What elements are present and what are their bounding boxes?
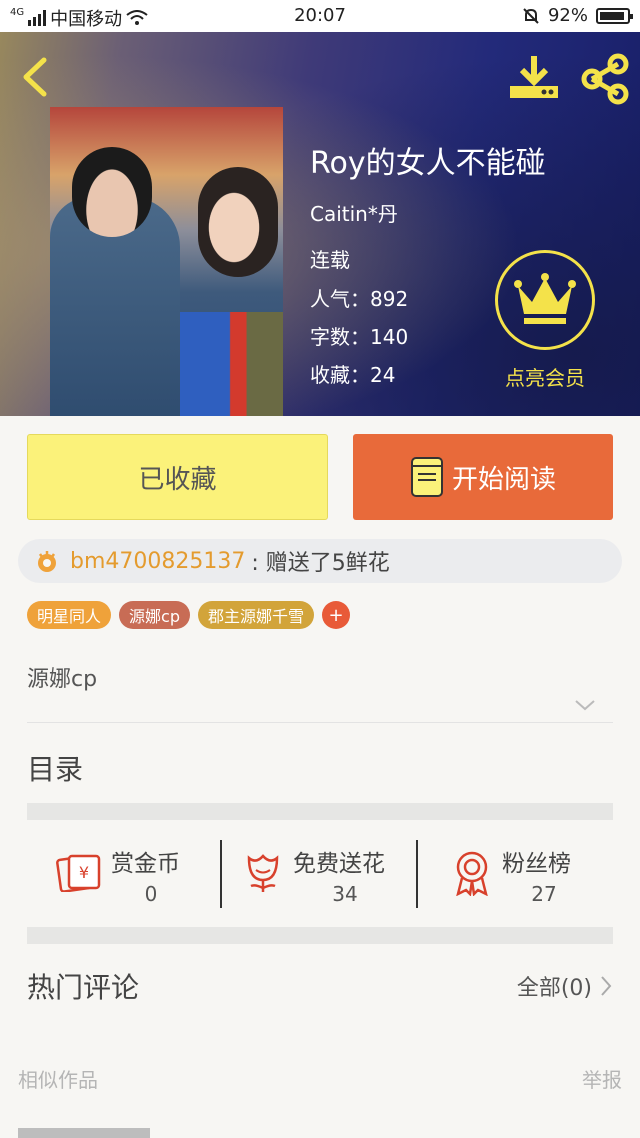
collected-label: 已收藏	[138, 464, 217, 495]
book-wordcount: 字数：140	[310, 325, 409, 349]
stat-label: 赏金币	[111, 851, 180, 877]
all-comments-label: 全部(0)	[516, 976, 592, 1001]
mute-bell-icon	[523, 7, 539, 24]
book-popularity: 人气：892	[310, 287, 409, 311]
collected-button[interactable]: 已收藏	[27, 434, 328, 520]
crown-icon	[495, 250, 595, 350]
book-status: 连载	[310, 248, 350, 272]
tag-item[interactable]: 郡主源娜千雪	[197, 601, 314, 629]
flower-gift-icon	[38, 551, 56, 572]
stat-fans[interactable]: 粉丝榜 27	[452, 838, 612, 908]
chevron-down-icon[interactable]	[573, 695, 597, 715]
share-icon[interactable]	[578, 52, 632, 106]
stat-label: 粉丝榜	[502, 851, 571, 877]
book-title: Roy的女人不能碰	[310, 146, 546, 181]
section-separator	[27, 927, 613, 944]
stat-flowers[interactable]: 免费送花 34	[243, 838, 413, 908]
divider	[416, 840, 418, 908]
stat-value: 34	[332, 882, 358, 906]
similar-works-title: 相似作品	[18, 1068, 98, 1092]
tag-item[interactable]: 明星同人	[27, 601, 112, 629]
stat-value: 27	[531, 882, 557, 906]
divider	[220, 840, 222, 908]
book-favorites: 收藏：24	[310, 363, 396, 387]
red-envelope-icon: ¥	[56, 854, 101, 892]
similar-work-thumbnail[interactable]	[18, 1128, 150, 1138]
flower-icon	[247, 854, 279, 892]
vip-label: 点亮会员	[505, 366, 585, 390]
book-cover-image[interactable]	[50, 107, 283, 416]
battery-icon	[596, 7, 633, 24]
stat-coins[interactable]: ¥ 赏金币 0	[55, 838, 205, 908]
gift-text: : 赠送了5鲜花	[251, 551, 390, 576]
chevron-right-icon	[601, 976, 612, 996]
book-description: 源娜cp	[27, 667, 98, 692]
back-icon[interactable]	[16, 52, 56, 102]
svg-text:¥: ¥	[79, 863, 89, 882]
tag-list: 明星同人 源娜cp 郡主源娜千雪 +	[27, 601, 350, 629]
gift-notice: bm4700825137 : 赠送了5鲜花	[18, 539, 622, 583]
book-icon	[410, 457, 443, 497]
vip-button[interactable]: 点亮会员	[490, 250, 600, 391]
book-author[interactable]: Caitin*丹	[310, 198, 398, 227]
section-separator	[27, 803, 613, 820]
ribbon-badge-icon	[456, 851, 488, 896]
status-bar: 4G 中国移动 20:07 92%	[0, 0, 640, 32]
start-reading-label: 开始阅读	[451, 464, 556, 495]
hot-comments-title: 热门评论	[27, 971, 140, 1004]
start-reading-button[interactable]: 开始阅读	[353, 434, 613, 520]
download-icon[interactable]	[506, 52, 562, 102]
gift-user[interactable]: bm4700825137	[70, 549, 245, 574]
stat-value: 0	[144, 882, 158, 906]
book-header: Roy的女人不能碰 Caitin*丹 连载 人气：892 字数：140 收藏：2…	[0, 0, 640, 416]
stat-label: 免费送花	[293, 851, 385, 877]
report-link[interactable]: 举报	[582, 1064, 622, 1093]
tag-item[interactable]: 源娜cp	[119, 601, 190, 629]
divider	[27, 722, 613, 723]
all-comments-link[interactable]: 全部(0)	[517, 970, 612, 1002]
battery-level: 92%	[547, 5, 588, 26]
catalog-link[interactable]: 目录	[27, 748, 83, 788]
add-tag-button[interactable]: +	[322, 601, 350, 629]
